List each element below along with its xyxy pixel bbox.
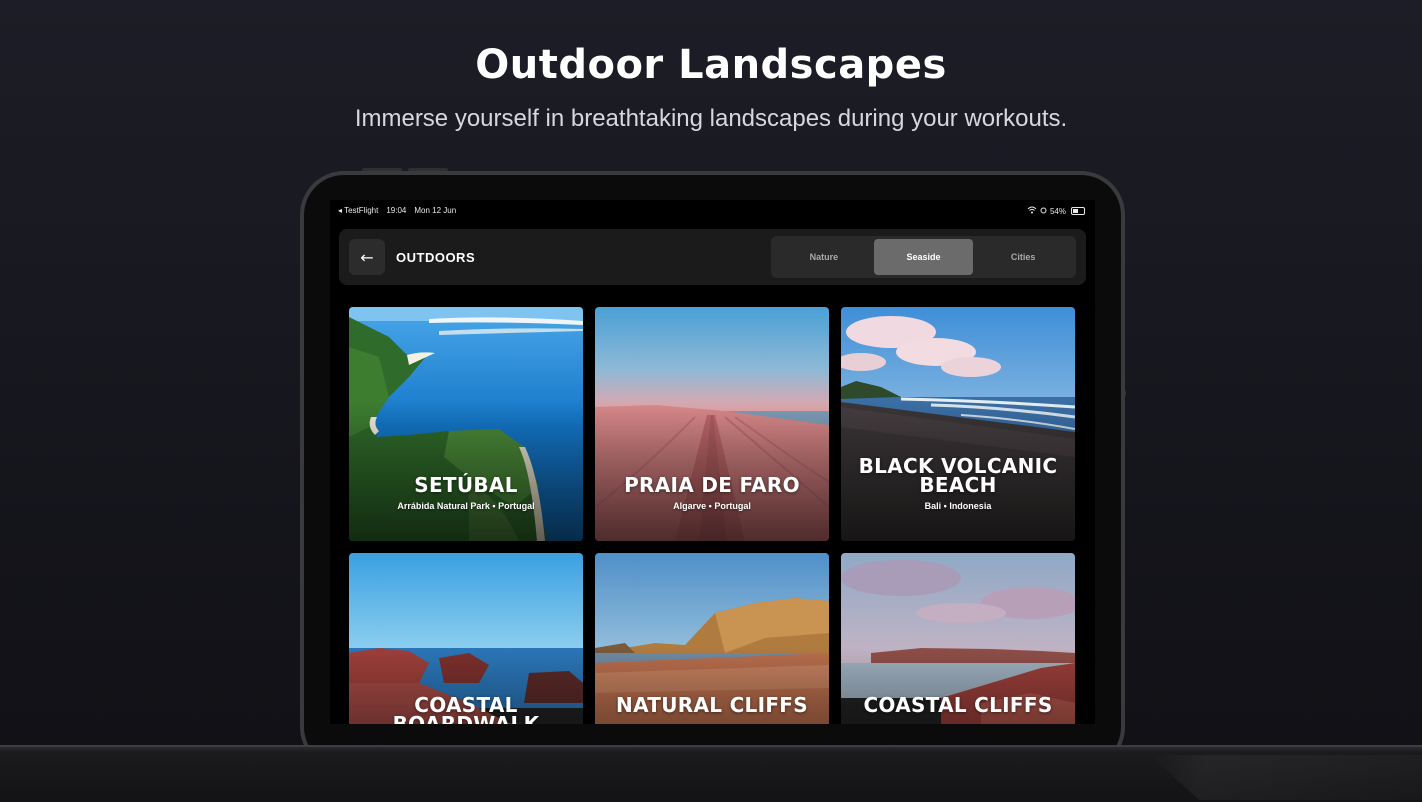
tab-seaside[interactable]: Seaside [873, 239, 974, 275]
landscape-grid: SETÚBAL Arrábida Natural Park • Portugal [349, 307, 1076, 724]
top-nav-bar: ← OUTDOORS Nature Seaside Cities [339, 229, 1086, 285]
location-icon [1040, 207, 1047, 216]
status-bar: ◂ TestFlight 19:04 Mon 12 Jun 54% [330, 204, 1095, 218]
landscape-card-black-volcanic-beach[interactable]: BLACK VOLCANIC BEACH Bali • Indonesia [841, 307, 1075, 541]
battery-fill [1073, 209, 1078, 213]
landscape-card-natural-cliffs[interactable]: NATURAL CLIFFS [595, 553, 829, 724]
card-subtitle: Bali • Indonesia [924, 501, 992, 511]
card-title: COASTAL CLIFFS [863, 693, 1053, 717]
wifi-icon [1027, 206, 1037, 216]
page-title: OUTDOORS [396, 250, 476, 265]
card-title: BLACK VOLCANIC BEACH [858, 454, 1058, 497]
arrow-left-icon: ← [360, 247, 374, 267]
landscape-card-praia-de-faro[interactable]: PRAIA DE FARO Algarve • Portugal [595, 307, 829, 541]
card-title: NATURAL CLIFFS [616, 693, 808, 717]
landscape-card-coastal-boardwalk[interactable]: COASTAL BOARDWALK [349, 553, 583, 724]
card-title: SETÚBAL [414, 473, 518, 497]
app-screen: ◂ TestFlight 19:04 Mon 12 Jun 54% ← OUTD… [330, 200, 1095, 724]
card-subtitle: Arrábida Natural Park • Portugal [397, 501, 535, 511]
card-subtitle: Algarve • Portugal [673, 501, 751, 511]
back-button[interactable]: ← [349, 239, 385, 275]
hero-title: Outdoor Landscapes [475, 42, 947, 88]
battery-percent: 54% [1049, 206, 1066, 216]
tab-nature[interactable]: Nature [774, 239, 874, 275]
card-title: COASTAL BOARDWALK [392, 693, 540, 724]
category-segmented-control: Nature Seaside Cities [771, 236, 1076, 278]
status-time: 19:04 [386, 206, 407, 215]
tab-cities[interactable]: Cities [973, 239, 1073, 275]
status-date: Mon 12 Jun [414, 206, 457, 215]
battery-icon [1071, 207, 1085, 215]
landscape-card-coastal-cliffs[interactable]: COASTAL CLIFFS [841, 553, 1075, 724]
landscape-card-setubal[interactable]: SETÚBAL Arrábida Natural Park • Portugal [349, 307, 583, 541]
status-back-app[interactable]: ◂ TestFlight [338, 206, 378, 215]
hero-subtitle: Immerse yourself in breathtaking landsca… [354, 105, 1068, 132]
card-title: PRAIA DE FARO [624, 473, 800, 497]
